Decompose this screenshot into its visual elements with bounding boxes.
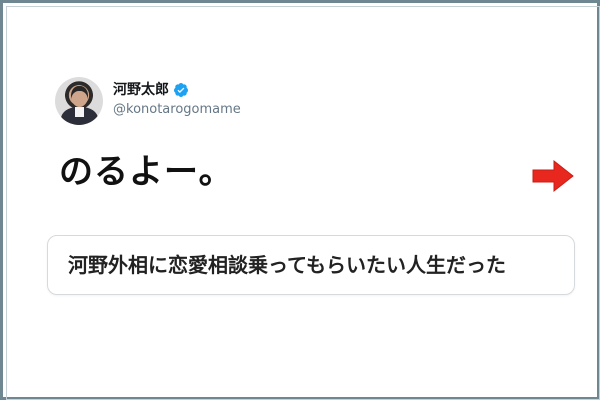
avatar-collar [75, 107, 84, 117]
display-name[interactable]: 河野太郎 [113, 81, 169, 99]
right-arrow-icon [532, 159, 574, 193]
caption-text: 河野外相に恋愛相談乗ってもらいたい人生だった [68, 253, 506, 277]
frame-inner-border [6, 6, 600, 400]
caption-box: 河野外相に恋愛相談乗ってもらいたい人生だった [47, 235, 575, 295]
avatar-face [71, 86, 88, 107]
tweet-header: 河野太郎 @konotarogomame [55, 77, 355, 125]
verified-badge-icon [173, 83, 188, 97]
profile-photo-icon[interactable] [55, 77, 103, 125]
image-frame: 河野太郎 @konotarogomame のるよー。 河野外相に恋愛相談乗っても… [0, 0, 600, 400]
user-handle[interactable]: @konotarogomame [113, 101, 241, 119]
tweet-text: のるよー。 [59, 152, 234, 192]
name-row: 河野太郎 [113, 81, 189, 99]
